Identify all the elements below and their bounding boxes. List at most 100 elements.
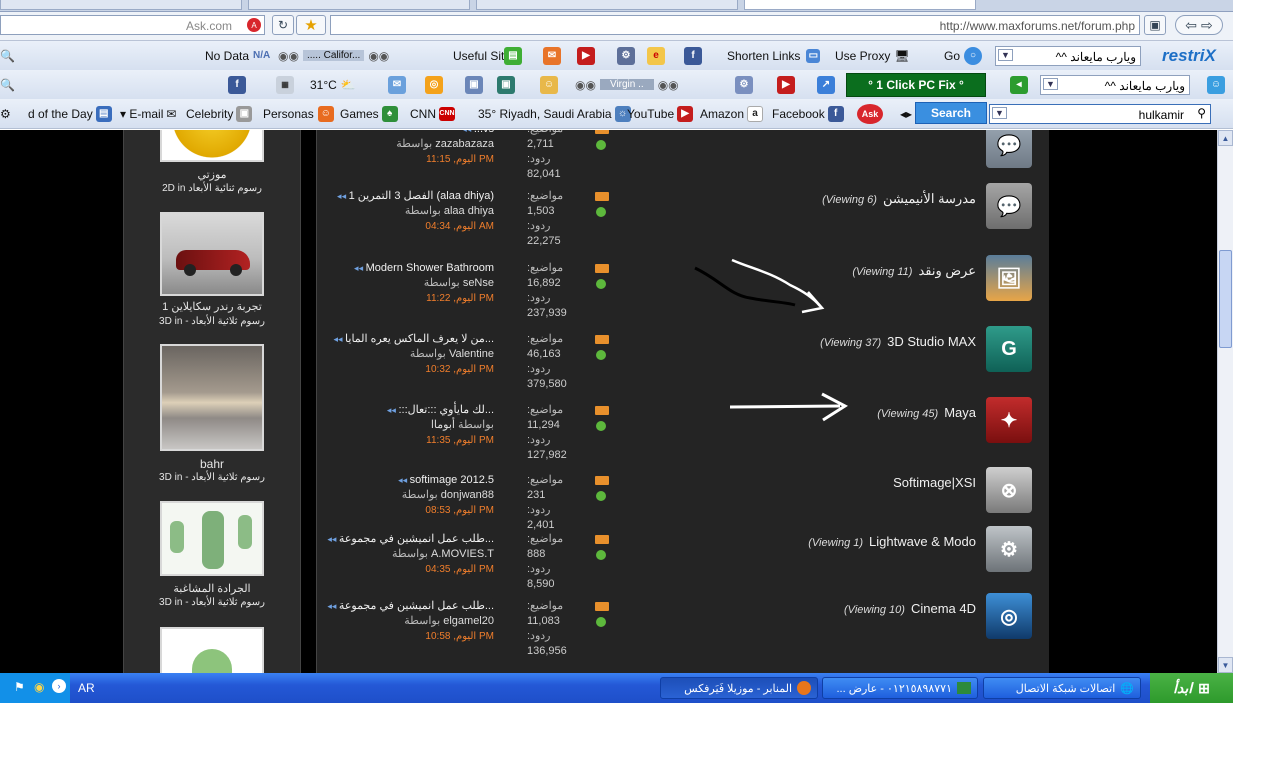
rss-icon[interactable] <box>595 335 609 344</box>
tool-icon[interactable]: ⚙ <box>735 70 753 99</box>
site-identity-button[interactable]: ▣ <box>1144 15 1166 35</box>
back-arrow-icon[interactable]: ⇦ <box>1185 17 1197 34</box>
radio-controls-icon[interactable]: ◉◉ <box>575 78 596 92</box>
app-icon[interactable]: ▤ <box>504 41 522 70</box>
rss-icon[interactable] <box>595 602 609 611</box>
forum-title[interactable]: (Viewing 10) Cinema 4D <box>844 601 976 616</box>
go-to-post-icon[interactable]: ◂◂ <box>337 191 349 201</box>
last-post-title[interactable]: ◂◂ ...vs <box>294 130 494 137</box>
last-post-title[interactable]: ◂◂ Modern Shower Bathroom <box>294 261 494 276</box>
author-name[interactable]: alaa dhiya <box>444 205 494 217</box>
last-post-title-text[interactable]: طلب عمل انميشين في مجموعة... <box>339 600 494 612</box>
ask-icon[interactable]: Ask <box>857 99 883 128</box>
tab-active[interactable] <box>744 0 976 10</box>
personas-link[interactable]: Personas ☺ <box>263 99 334 128</box>
last-post-title[interactable]: ◂◂ :::لك مايأوي :::تعال... <box>294 403 494 418</box>
facebook-icon[interactable]: f <box>228 70 246 99</box>
movie-icon[interactable]: ▣ <box>465 70 483 99</box>
tool-icon[interactable]: ⚙ <box>617 41 635 70</box>
last-post-title-text[interactable]: softimage 2012.5 <box>410 474 494 486</box>
last-post-title[interactable]: ◂◂ softimage 2012.5 <box>294 473 494 488</box>
thumbnail-caption[interactable]: الجرادة المشاغبة <box>124 582 300 595</box>
author-name[interactable]: donjwan88 <box>441 489 494 501</box>
network-icon[interactable]: ◉ <box>34 680 44 694</box>
shorten-links-button[interactable]: Shorten Links ▭ <box>727 41 821 70</box>
author-name[interactable]: elgamel20 <box>443 615 494 627</box>
rss-icon[interactable] <box>595 406 609 415</box>
radio-station[interactable]: Virgin .. <box>599 79 654 90</box>
forum-name[interactable]: عرض ونقد <box>918 263 976 278</box>
thumbnail-caption[interactable]: موزتي <box>124 168 300 181</box>
email-link[interactable]: ▾ E-mail ✉ <box>120 99 176 128</box>
tab[interactable] <box>248 0 470 10</box>
author-name[interactable]: A.MOVIES.T <box>431 548 494 560</box>
settings-icon[interactable]: ⚙ <box>0 99 11 128</box>
radio-volume-icon[interactable]: ◉◉ <box>368 49 389 63</box>
dropdown-arrow-icon[interactable]: ▼ <box>998 49 1013 61</box>
share-icon[interactable]: ↗ <box>817 70 835 99</box>
forum-name[interactable]: Softimage|XSI <box>893 475 976 490</box>
radio-volume-icon[interactable]: ◉◉ <box>658 78 679 92</box>
scroll-down-button[interactable]: ▼ <box>1218 657 1233 673</box>
word-of-day-link[interactable]: d of the Day ▤ <box>28 99 112 128</box>
weather-link[interactable]: 35° Riyadh, Saudi Arabia ☼ <box>478 99 631 128</box>
go-button[interactable]: Go ○ <box>944 41 983 70</box>
game-icon[interactable]: ▣ <box>497 70 515 99</box>
ebay-icon[interactable]: e <box>647 41 665 70</box>
go-to-post-icon[interactable]: ◂◂ <box>334 334 346 344</box>
amazon-link[interactable]: Amazon a <box>700 99 764 128</box>
last-post-title-text[interactable]: ...vs <box>474 130 494 135</box>
thumbnail-image[interactable] <box>160 130 264 162</box>
green-icon[interactable]: ◂ <box>1010 70 1028 99</box>
forum-title[interactable] <box>970 130 976 137</box>
chat-icon[interactable]: ☺ <box>540 70 558 99</box>
mail-icon[interactable]: ✉ <box>388 70 406 99</box>
youtube-icon[interactable]: ▶ <box>577 41 595 70</box>
last-post-title-text[interactable]: الفصل 3 التمرين 1 (alaa dhiya) <box>349 190 494 202</box>
rss-icon[interactable] <box>595 130 609 134</box>
go-to-post-icon[interactable]: ◂◂ <box>354 263 366 273</box>
author-name[interactable]: Valentine <box>449 348 494 360</box>
facebook-link[interactable]: Facebook f <box>772 99 844 128</box>
tab[interactable] <box>0 0 242 10</box>
search-button[interactable]: Search <box>915 102 987 124</box>
last-post-title-text[interactable]: من لا يعرف الماكس يعره المايا... <box>345 333 494 345</box>
toolbar3-search-field[interactable]: ▼ hulkamir ⚲ <box>989 104 1211 124</box>
tray-icon[interactable]: ⚑ <box>14 680 25 694</box>
last-post-title-text[interactable]: طلب عمل انميشين في مجموعة... <box>339 533 494 545</box>
dropdown-arrow-icon[interactable]: ▼ <box>1043 78 1058 90</box>
vertical-scrollbar[interactable]: ▲ ▼ <box>1217 130 1233 673</box>
taskbar-firefox-window[interactable]: المنابر - موزيلا فَيَرفكس <box>660 677 818 699</box>
thumbnail-image[interactable] <box>160 344 264 451</box>
go-to-post-icon[interactable]: ◂◂ <box>462 130 474 134</box>
url-field[interactable]: http://www.maxforums.net/forum.php <box>330 15 1140 35</box>
email-icon[interactable]: ✉ <box>543 41 561 70</box>
scroll-up-button[interactable]: ▲ <box>1218 130 1233 146</box>
forum-title[interactable]: (Viewing 6) مدرسة الأنيميشن <box>822 191 976 207</box>
taskbar-viewer-window[interactable]: ٠١٢١٥٨٩٨٧٧١ - عارض ... <box>822 677 978 699</box>
search-icon[interactable]: 🔍 <box>0 41 15 70</box>
thumbnail-image[interactable] <box>160 212 264 296</box>
cnn-link[interactable]: CNN CNN <box>410 99 455 128</box>
dropdown-arrow-icon[interactable]: ▼ <box>992 107 1007 119</box>
last-post-title[interactable]: ◂◂ طلب عمل انميشين في مجموعة... <box>294 599 494 614</box>
app-icon[interactable]: ☺ <box>1207 70 1225 99</box>
thumbnail-image[interactable] <box>160 627 264 673</box>
forward-arrow-icon[interactable]: ⇨ <box>1201 17 1213 34</box>
last-post-title[interactable]: ◂◂ الفصل 3 التمرين 1 (alaa dhiya) <box>294 189 494 204</box>
forum-title[interactable]: (Viewing 45) Maya <box>877 405 976 420</box>
weather-widget[interactable]: 31°C ⛅ <box>310 70 356 99</box>
author-name[interactable]: أبوماا <box>431 419 455 431</box>
last-post-title[interactable]: ◂◂ من لا يعرف الماكس يعره المايا... <box>294 332 495 347</box>
orange-icon[interactable]: ◎ <box>425 70 443 99</box>
use-proxy-button[interactable]: Use Proxy 🖥 <box>835 41 910 70</box>
last-post-title-text[interactable]: Modern Shower Bathroom <box>366 262 494 274</box>
last-post-title-text[interactable]: :::لك مايأوي :::تعال... <box>398 404 494 416</box>
radio-widget[interactable]: ◉◉ ..... Califor... ◉◉ <box>278 41 389 70</box>
thumbnail-caption[interactable]: تجربة رندر سكايلاين 1 <box>124 300 300 313</box>
search-icon[interactable]: ⚲ <box>1197 106 1206 120</box>
ask-logo-icon[interactable]: A <box>247 18 261 32</box>
forum-name[interactable]: مدرسة الأنيميشن <box>883 191 976 206</box>
forum-name[interactable]: Maya <box>944 405 976 420</box>
taskbar-network-window[interactable]: اتصالات شبكة الاتصال 🌐 <box>983 677 1141 699</box>
